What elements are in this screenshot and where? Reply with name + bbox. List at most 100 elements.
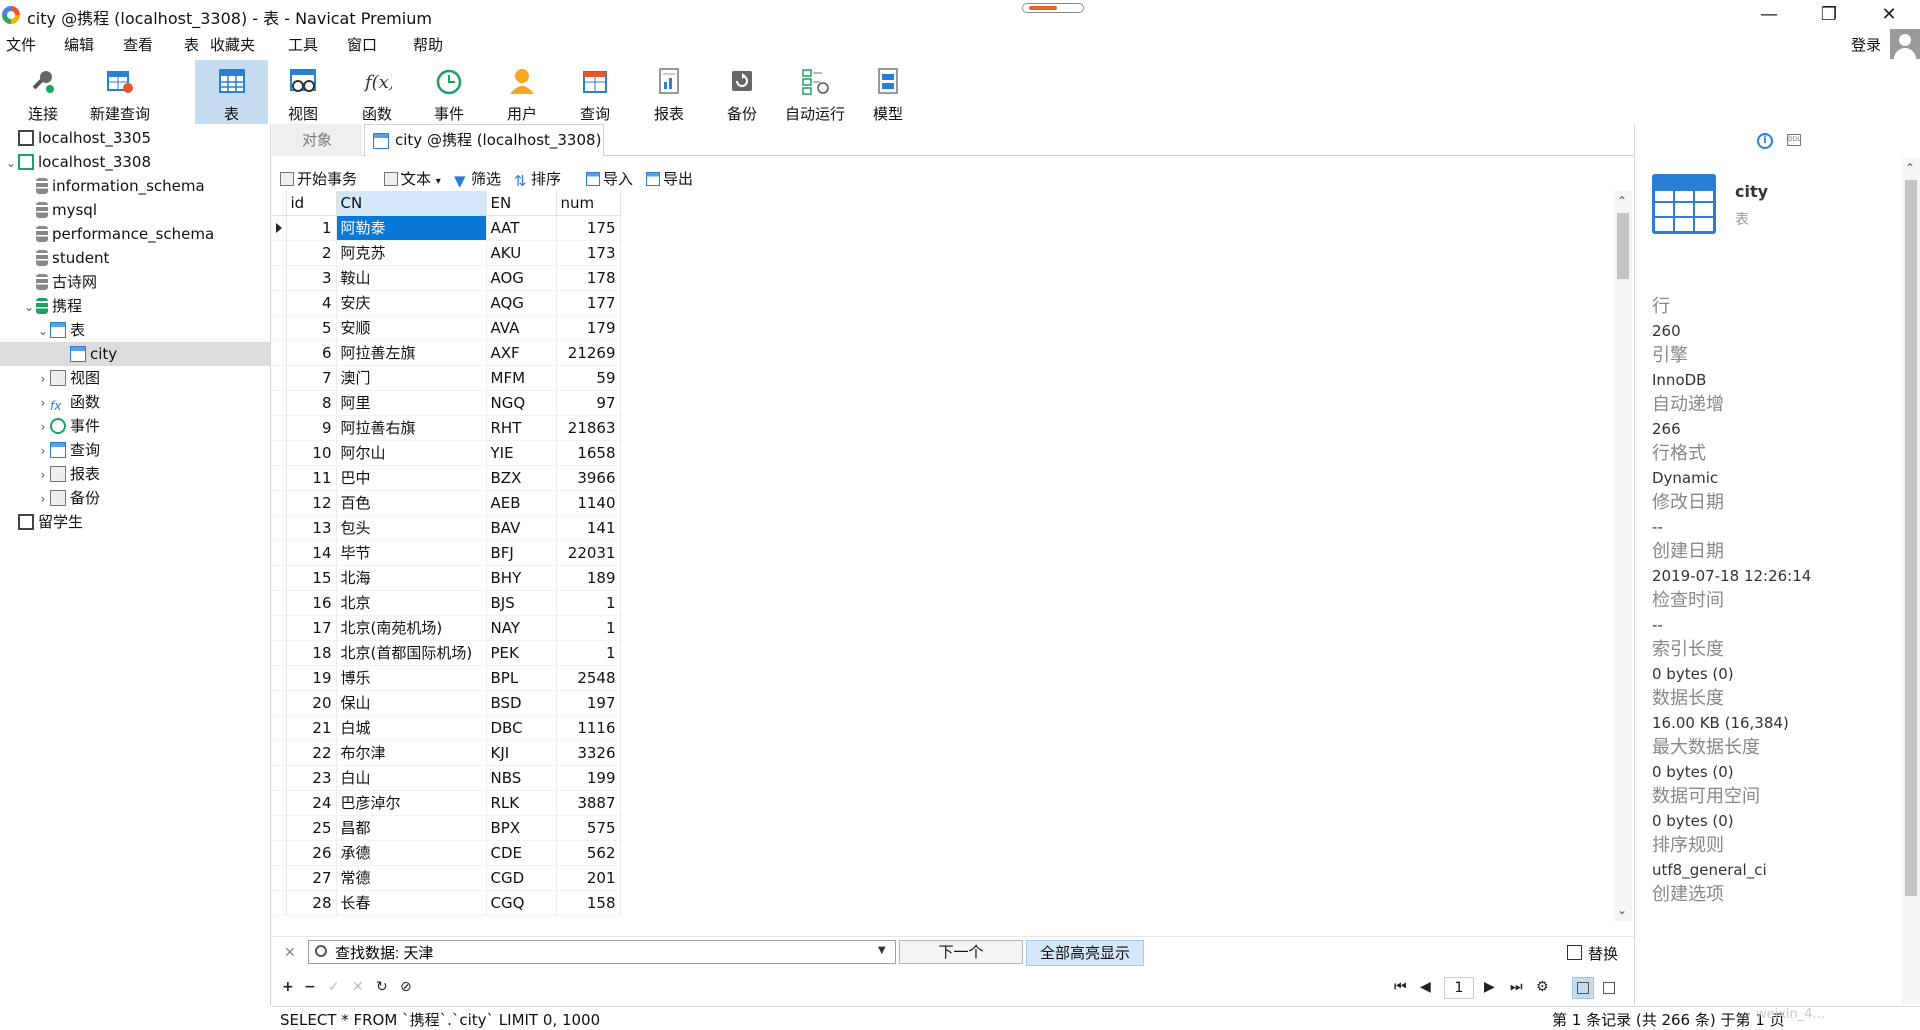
cell-num[interactable]: 177 (556, 290, 621, 316)
toolbar-function-button[interactable]: f(x) 函数 (348, 60, 406, 124)
cell-cn[interactable]: 保山 (336, 690, 487, 716)
table-row[interactable]: 22 布尔津 KJI 3326 (272, 740, 621, 766)
toolbar-user-button[interactable]: 用户 (493, 60, 551, 124)
tree-item-xiecheng[interactable]: ⌄ 携程 (22, 294, 262, 318)
row-indicator[interactable] (272, 740, 287, 766)
toolbar-model-button[interactable]: 模型 (859, 60, 917, 124)
cell-en[interactable]: YIE (486, 440, 557, 466)
table-row[interactable]: 28 长春 CGQ 158 (272, 890, 621, 916)
menu-window[interactable]: 窗口 (347, 34, 377, 55)
cell-num[interactable]: 3326 (556, 740, 621, 766)
add-record-icon[interactable]: + (282, 979, 294, 995)
toolbar-event-button[interactable]: 事件 (420, 60, 478, 124)
cell-en[interactable]: BPX (486, 815, 557, 841)
cell-en[interactable]: CGQ (486, 890, 557, 916)
import-button[interactable]: 导入 (586, 168, 633, 189)
tree-item-backups[interactable]: › 备份 (36, 486, 262, 510)
cell-num[interactable]: 189 (556, 565, 621, 591)
menu-edit[interactable]: 编辑 (64, 34, 94, 55)
row-indicator[interactable] (272, 340, 287, 366)
cell-en[interactable]: BPL (486, 665, 557, 691)
cell-id[interactable]: 15 (286, 565, 337, 591)
cell-cn[interactable]: 白山 (336, 765, 487, 791)
scrollbar-thumb[interactable] (1617, 213, 1629, 279)
find-next-button[interactable]: 下一个 (899, 940, 1023, 964)
cell-en[interactable]: CGD (486, 865, 557, 891)
row-indicator[interactable] (272, 365, 287, 391)
row-indicator[interactable] (272, 790, 287, 816)
cell-id[interactable]: 22 (286, 740, 337, 766)
cell-cn[interactable]: 阿里 (336, 390, 487, 416)
close-button[interactable]: ✕ (1866, 2, 1912, 28)
table-row[interactable]: 11 巴中 BZX 3966 (272, 465, 621, 491)
cell-id[interactable]: 9 (286, 415, 337, 441)
cell-id[interactable]: 24 (286, 790, 337, 816)
cell-en[interactable]: BJS (486, 590, 557, 616)
cell-num[interactable]: 1658 (556, 440, 621, 466)
table-row[interactable]: 25 昌都 BPX 575 (272, 815, 621, 841)
last-page-icon[interactable]: ⏭ (1510, 979, 1523, 995)
login-link[interactable]: 登录 (1851, 34, 1881, 55)
row-indicator[interactable] (272, 390, 287, 416)
toolbar-query-button[interactable]: 查询 (566, 60, 624, 124)
table-row[interactable]: 5 安顺 AVA 179 (272, 315, 621, 341)
discard-changes-icon[interactable]: ✕ (352, 979, 364, 995)
menu-table[interactable]: 表 (184, 34, 199, 55)
column-header-cn[interactable]: CN (336, 191, 487, 216)
cell-num[interactable]: 22031 (556, 540, 621, 566)
cell-num[interactable]: 97 (556, 390, 621, 416)
menu-tools[interactable]: 工具 (288, 34, 318, 55)
cell-id[interactable]: 6 (286, 340, 337, 366)
stop-icon[interactable]: ⊘ (400, 979, 412, 995)
cell-en[interactable]: MFM (486, 365, 557, 391)
cell-en[interactable]: NGQ (486, 390, 557, 416)
cell-id[interactable]: 14 (286, 540, 337, 566)
column-header-en[interactable]: EN (486, 191, 557, 216)
cell-num[interactable]: 197 (556, 690, 621, 716)
tree-item-liuxuesheng[interactable]: 留学生 (4, 510, 264, 534)
table-row[interactable]: 9 阿拉善右旗 RHT 21863 (272, 415, 621, 441)
toolbar-automation-button[interactable]: 自动运行 (782, 60, 848, 124)
table-row[interactable]: 12 百色 AEB 1140 (272, 490, 621, 516)
row-indicator[interactable] (272, 765, 287, 791)
cell-num[interactable]: 1116 (556, 715, 621, 741)
cell-en[interactable]: CDE (486, 840, 557, 866)
cell-en[interactable]: AEB (486, 490, 557, 516)
cell-cn[interactable]: 阿勒泰 (336, 215, 487, 241)
tree-item-gushiwang[interactable]: 古诗网 (22, 270, 262, 294)
cell-num[interactable]: 178 (556, 265, 621, 291)
tree-item-performance-schema[interactable]: performance_schema (22, 222, 262, 246)
row-indicator[interactable] (272, 565, 287, 591)
cell-num[interactable]: 173 (556, 240, 621, 266)
cell-num[interactable]: 3887 (556, 790, 621, 816)
cell-id[interactable]: 27 (286, 865, 337, 891)
row-indicator[interactable] (272, 215, 287, 241)
sort-button[interactable]: ⇅ 排序 (514, 168, 561, 190)
cell-cn[interactable]: 包头 (336, 515, 487, 541)
tree-item-tables[interactable]: ⌄ 表 (36, 318, 262, 342)
table-row[interactable]: 21 白城 DBC 1116 (272, 715, 621, 741)
table-row[interactable]: 1 阿勒泰 AAT 175 (272, 215, 621, 241)
form-view-button[interactable] (1598, 977, 1620, 999)
table-row[interactable]: 20 保山 BSD 197 (272, 690, 621, 716)
cell-id[interactable]: 4 (286, 290, 337, 316)
toolbar-table-button[interactable]: 表 (195, 60, 268, 124)
cell-cn[interactable]: 百色 (336, 490, 487, 516)
cell-num[interactable]: 175 (556, 215, 621, 241)
info-icon[interactable]: i (1757, 133, 1773, 149)
cell-num[interactable]: 59 (556, 365, 621, 391)
row-indicator[interactable] (272, 715, 287, 741)
row-indicator[interactable] (272, 640, 287, 666)
row-indicator[interactable] (272, 265, 287, 291)
cell-num[interactable]: 1 (556, 640, 621, 666)
cell-id[interactable]: 10 (286, 440, 337, 466)
cell-cn[interactable]: 澳门 (336, 365, 487, 391)
next-page-icon[interactable]: ▶ (1484, 979, 1495, 995)
cell-id[interactable]: 11 (286, 465, 337, 491)
cell-cn[interactable]: 阿拉善左旗 (336, 340, 487, 366)
ddl-icon[interactable]: DDL (1787, 134, 1801, 146)
scroll-down-icon[interactable]: ⌄ (1617, 903, 1627, 917)
table-row[interactable]: 6 阿拉善左旗 AXF 21269 (272, 340, 621, 366)
table-row[interactable]: 17 北京(南苑机场) NAY 1 (272, 615, 621, 641)
cell-cn[interactable]: 鞍山 (336, 265, 487, 291)
